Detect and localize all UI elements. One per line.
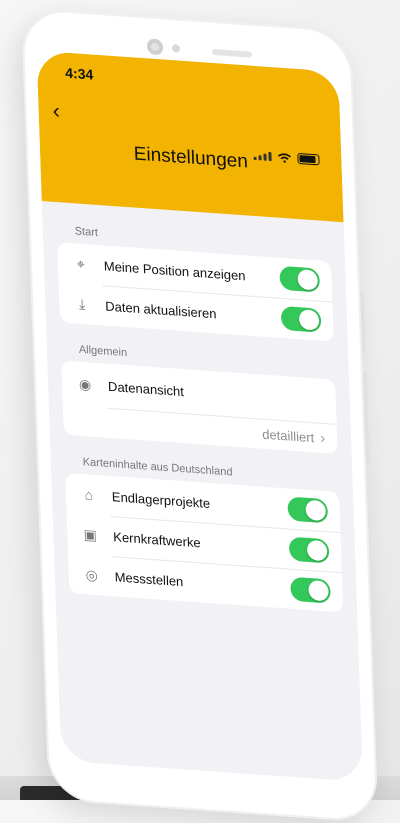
location-crosshair-icon: ⌖ [76,255,86,272]
settings-card-map-content: ⌂ Endlagerprojekte ▣ Kernkraftwerke ◎ Me… [65,472,344,613]
phone-body: 4:34 ‹ Einstellungen Start ⌖ Meine Posit… [21,7,379,823]
sensor-icon [171,44,181,53]
toggle-measuring-stations[interactable] [290,576,331,604]
app-header: 4:34 ‹ Einstellungen [36,50,344,223]
radio-waves-icon: ◎ [85,565,99,583]
toggle-nuclear-plants[interactable] [288,536,330,564]
eye-icon: ◉ [78,375,92,393]
settings-card-general: ◉ Datenansicht detailliert › [61,360,338,454]
app-screen: 4:34 ‹ Einstellungen Start ⌖ Meine Posit… [36,50,364,782]
toggle-show-position[interactable] [279,265,321,293]
setting-label: Endlagerprojekte [111,488,211,511]
warehouse-icon: ⌂ [84,486,94,503]
toggle-update-data[interactable] [280,305,322,333]
chevron-left-icon: ‹ [52,97,61,124]
setting-label: Messstellen [114,568,184,589]
camera-icon [146,38,164,56]
setting-label: Datenansicht [107,378,185,399]
setting-label: Daten aktualisieren [104,298,217,321]
back-button[interactable]: ‹ [52,98,60,125]
settings-list: Start ⌖ Meine Position anzeigen ⤓ Daten … [42,201,358,625]
chevron-right-icon: › [319,429,326,447]
setting-label: Meine Position anzeigen [103,257,246,283]
settings-card-start: ⌖ Meine Position anzeigen ⤓ Daten aktual… [57,242,334,342]
setting-value: detailliert [261,426,315,445]
page-title: Einstellungen [133,143,249,173]
download-icon: ⤓ [78,295,86,312]
factory-icon: ▣ [83,525,98,543]
speaker-grille [211,48,253,58]
status-time: 4:34 [64,64,94,83]
phone-mockup: 4:34 ‹ Einstellungen Start ⌖ Meine Posit… [21,7,379,823]
setting-label: Kernkraftwerke [112,528,201,550]
toggle-repository-projects[interactable] [287,496,329,524]
